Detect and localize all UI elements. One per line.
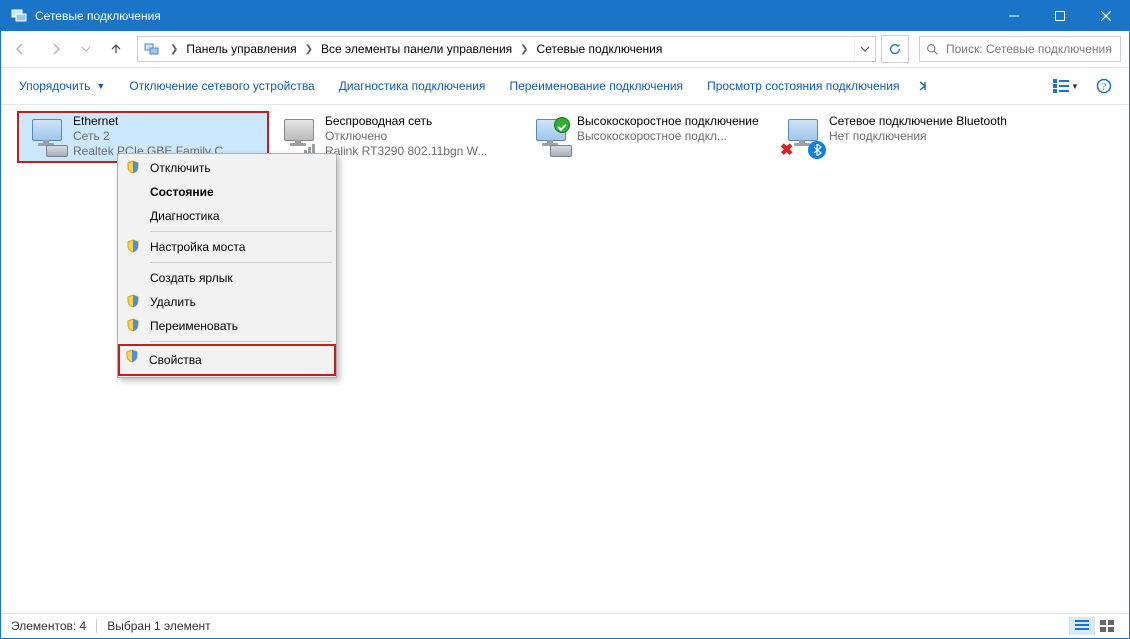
shield-icon <box>126 318 140 332</box>
menu-properties[interactable]: Свойства <box>119 345 335 375</box>
menu-status[interactable]: Состояние <box>120 180 334 204</box>
shield-icon <box>126 294 140 308</box>
menu-separator <box>150 262 332 263</box>
menu-rename[interactable]: Переименовать <box>120 314 334 338</box>
connection-item-broadband[interactable]: Высокоскоростное подключение Высокоскоро… <box>521 111 773 163</box>
titlebar: Сетевые подключения <box>1 1 1129 31</box>
menu-create-shortcut[interactable]: Создать ярлык <box>120 266 334 290</box>
connected-badge-icon <box>554 117 570 133</box>
command-label: Отключение сетевого устройства <box>129 79 314 93</box>
back-button[interactable] <box>5 34 35 64</box>
network-adapter-icon <box>21 113 73 161</box>
menu-disable[interactable]: Отключить <box>120 156 334 180</box>
organize-label: Упорядочить <box>19 79 90 93</box>
organize-menu[interactable]: Упорядочить ▼ <box>9 75 115 97</box>
more-commands-chevron[interactable] <box>914 80 932 92</box>
connection-device: Высокоскоростное подкл... <box>577 129 769 144</box>
connection-name: Ethernet <box>73 114 265 129</box>
bluetooth-icon <box>808 141 826 159</box>
forward-button[interactable] <box>41 34 71 64</box>
chevron-right-icon[interactable]: ❯ <box>514 44 534 55</box>
connection-device: Нет подключения <box>829 129 1021 144</box>
disable-device-command[interactable]: Отключение сетевого устройства <box>119 75 324 97</box>
view-options-button[interactable]: ▼ <box>1049 72 1083 100</box>
rename-command[interactable]: Переименование подключения <box>499 75 693 97</box>
connection-name: Высокоскоростное подключение <box>577 114 769 129</box>
connection-status: Отключено <box>325 129 517 144</box>
command-label: Переименование подключения <box>509 79 683 93</box>
breadcrumb-item[interactable]: Панель управления <box>184 42 298 56</box>
address-dropdown[interactable] <box>854 37 875 61</box>
menu-bridge[interactable]: Настройка моста <box>120 235 334 259</box>
command-label: Диагностика подключения <box>339 79 486 93</box>
menu-label: Переименовать <box>150 319 238 333</box>
breadcrumb-item[interactable]: Сетевые подключения <box>535 42 665 56</box>
menu-label: Состояние <box>150 185 214 199</box>
search-box[interactable] <box>919 36 1121 62</box>
menu-label: Отключить <box>150 161 211 175</box>
menu-delete[interactable]: Удалить <box>120 290 334 314</box>
menu-separator <box>150 231 332 232</box>
window-title: Сетевые подключения <box>35 9 161 23</box>
status-separator <box>96 619 97 633</box>
menu-label: Создать ярлык <box>150 271 233 285</box>
disconnected-badge-icon: ✖ <box>780 145 794 159</box>
connection-name: Беспроводная сеть <box>325 114 517 129</box>
search-icon <box>920 43 944 56</box>
content-area: Ethernet Сеть 2 Realtek PCIe GBE Family … <box>1 105 1129 613</box>
menu-label: Свойства <box>149 353 202 367</box>
location-icon <box>142 39 162 59</box>
details-view-button[interactable] <box>1069 617 1094 635</box>
close-button[interactable] <box>1083 1 1129 31</box>
window: Сетевые подключения <box>0 0 1130 639</box>
address-bar[interactable]: ❯ Панель управления ❯ Все элементы панел… <box>137 36 876 62</box>
shield-icon <box>125 349 139 363</box>
menu-label: Удалить <box>150 295 196 309</box>
connection-device: Ralink RT3290 802.11bgn W... <box>325 144 517 159</box>
connection-status: Сеть 2 <box>73 129 265 144</box>
context-menu: Отключить Состояние Диагностика Настройк… <box>117 153 337 378</box>
menu-separator <box>150 341 332 342</box>
menu-label: Диагностика <box>150 209 220 223</box>
diagnose-command[interactable]: Диагностика подключения <box>329 75 496 97</box>
breadcrumb-item[interactable]: Все элементы панели управления <box>319 42 514 56</box>
command-label: Просмотр состояния подключения <box>707 79 899 93</box>
chevron-down-icon: ▼ <box>96 81 105 91</box>
shield-icon <box>126 160 140 174</box>
large-icons-view-button[interactable] <box>1094 617 1119 635</box>
up-button[interactable] <box>101 34 131 64</box>
refresh-button[interactable] <box>881 35 909 63</box>
maximize-button[interactable] <box>1037 1 1083 31</box>
help-button[interactable]: ? <box>1087 72 1121 100</box>
view-status-command[interactable]: Просмотр состояния подключения <box>697 75 909 97</box>
connection-name: Сетевое подключение Bluetooth <box>829 114 1021 129</box>
network-adapter-icon <box>525 113 577 161</box>
chevron-right-icon[interactable]: ❯ <box>299 44 319 55</box>
command-bar: Упорядочить ▼ Отключение сетевого устрой… <box>1 68 1129 105</box>
app-icon <box>11 8 27 24</box>
svg-text:?: ? <box>1102 82 1107 93</box>
chevron-right-icon[interactable]: ❯ <box>164 44 184 55</box>
minimize-button[interactable] <box>991 1 1037 31</box>
navigation-row: ❯ Панель управления ❯ Все элементы панел… <box>1 31 1129 68</box>
status-bar: Элементов: 4 Выбран 1 элемент <box>1 613 1129 638</box>
menu-diagnose[interactable]: Диагностика <box>120 204 334 228</box>
history-dropdown[interactable] <box>77 34 95 64</box>
status-selected-count: Выбран 1 элемент <box>107 619 210 633</box>
search-input[interactable] <box>944 41 1120 57</box>
shield-icon <box>126 239 140 253</box>
network-adapter-icon: ✖ <box>777 113 829 161</box>
menu-label: Настройка моста <box>150 240 245 254</box>
chevron-down-icon: ▼ <box>1071 82 1079 91</box>
connection-item-bluetooth[interactable]: ✖ Сетевое подключение Bluetooth Нет подк… <box>773 111 1025 163</box>
status-item-count: Элементов: 4 <box>11 619 86 633</box>
